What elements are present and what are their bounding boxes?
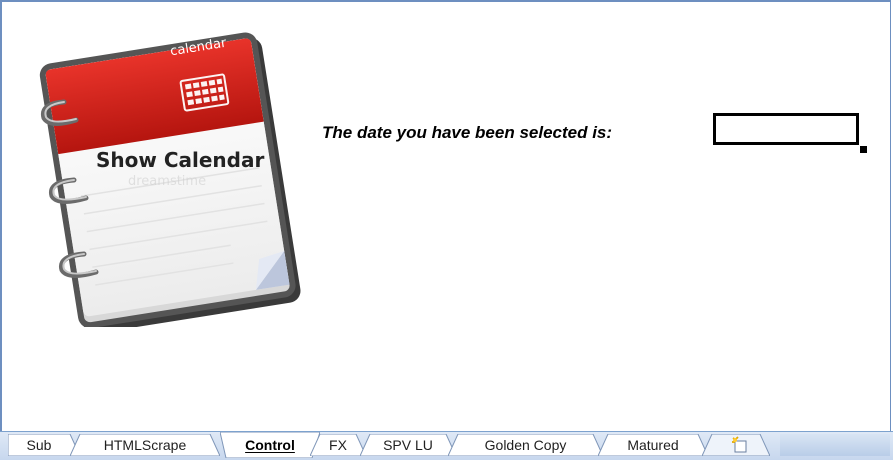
tab-htmlscrape[interactable]: HTMLScrape	[70, 434, 220, 456]
tab-fx[interactable]: FX	[310, 434, 366, 456]
tab-matured[interactable]: Matured	[598, 434, 708, 456]
tab-control[interactable]: Control	[220, 432, 320, 458]
fill-handle[interactable]	[860, 146, 867, 153]
tab-golden-copy[interactable]: Golden Copy	[448, 434, 603, 456]
calendar-main-label: Show Calendar	[96, 148, 265, 172]
show-calendar-button[interactable]: calendar Show Calendar dreamstime	[20, 32, 320, 334]
date-prompt-label: The date you have been selected is:	[322, 123, 613, 142]
tab-sub[interactable]: Sub	[8, 434, 80, 456]
worksheet-area[interactable]: calendar Show Calendar dreamstime The da…	[0, 0, 891, 431]
tab-scroll-area	[780, 434, 890, 456]
new-sheet-icon	[732, 436, 747, 453]
tab-spv-lu[interactable]: SPV LU	[360, 434, 456, 456]
watermark-text: dreamstime	[128, 174, 207, 189]
sheet-tab-bar: Sub HTMLScrape Control FX SPV LU Golden …	[0, 431, 893, 460]
selected-date-cell[interactable]	[713, 113, 859, 145]
tab-insert-sheet[interactable]	[702, 434, 770, 456]
